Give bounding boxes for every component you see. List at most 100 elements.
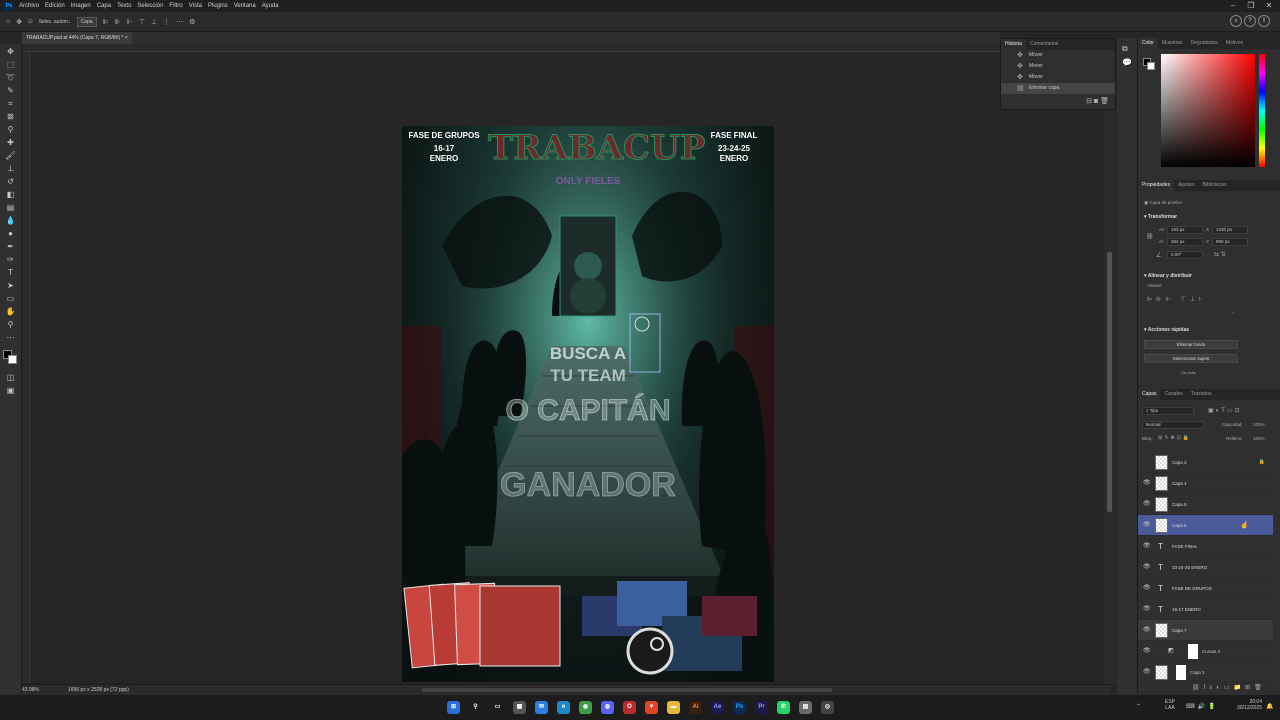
frame-icon[interactable]: ⊠ [4,111,17,122]
snapshot-icon[interactable]: ⊟ [1086,98,1092,105]
horizontal-scrollbar[interactable] [422,688,832,692]
tab-capas[interactable]: Capas [1138,389,1161,400]
document-canvas[interactable]: FASE DE GRUPOS 16-17 ENERO FASE FINAL 23… [402,126,774,682]
layer-filter-icons[interactable]: ▣◐T▭⊡ [1208,407,1242,414]
align-right-icon[interactable]: ⊩ [127,18,133,26]
tab-canales[interactable]: Canales [1160,389,1186,400]
zoom-icon[interactable]: ⚲ [4,319,17,330]
menu-texto[interactable]: Texto [117,3,131,9]
help-icon[interactable]: ? [1244,15,1256,27]
menu-edicion[interactable]: Edición [45,3,65,9]
lock-icons[interactable]: ⊞✎✥⊡🔒 [1158,435,1191,441]
move-tool-icon[interactable]: ✥ [16,18,22,26]
tab-degradados[interactable]: Degradados [1187,38,1222,49]
layer-row[interactable]: 👁 T 16-17 ENERO [1138,599,1273,620]
brave-icon[interactable]: ▼ [645,701,658,714]
share-icon[interactable]: ⇪ [1258,15,1270,27]
brush-icon[interactable]: 🖌 [4,150,17,161]
align-middle-icon[interactable]: ⊥ [151,18,157,26]
width-field[interactable]: 153 px [1167,226,1203,234]
align-left-icon[interactable]: ⊫ [103,18,109,26]
history-item[interactable]: ✥ Mover [1001,50,1115,61]
hue-slider[interactable] [1259,54,1265,167]
opacity-value[interactable]: 100% [1253,422,1265,427]
search-icon[interactable]: ⌕ [1230,15,1242,27]
tab-comentarios[interactable]: Comentarios [1026,39,1062,50]
quick-select-icon[interactable]: ✎ [4,85,17,96]
autoselect-checkbox[interactable]: ☑ [28,19,32,25]
flip-icon[interactable]: ⇆ ⇅ [1214,251,1226,258]
align-center-icon[interactable]: ⊪ [115,18,121,26]
trash-icon[interactable]: 🗑 [1100,98,1109,105]
menu-ayuda[interactable]: Ayuda [262,3,279,9]
illustrator-icon[interactable]: Ai [689,701,702,714]
discord-icon[interactable]: ◍ [601,701,614,714]
close-icon[interactable]: ✕ [1262,0,1276,12]
menu-capa[interactable]: Capa [97,3,111,9]
quick-mask-icon[interactable]: ◫ [4,372,17,383]
menu-ventana[interactable]: Ventana [234,3,256,9]
layer-row[interactable]: 👁 ◩ Curvas 3 [1138,641,1273,662]
crop-icon[interactable]: ⌗ [4,98,17,109]
stamp-icon[interactable]: ⊥ [4,163,17,174]
see-more-link[interactable]: Ver más [1181,370,1196,375]
whatsapp-icon[interactable]: ✆ [777,701,790,714]
healing-icon[interactable]: ✚ [4,137,17,148]
y-field[interactable]: 858 px [1212,238,1248,246]
tab-propiedades[interactable]: Propiedades [1138,180,1175,191]
tab-motivos[interactable]: Motivos [1222,38,1247,49]
eye-icon[interactable]: 👁 [1143,641,1151,662]
dodge-icon[interactable]: ● [4,228,17,239]
blur-icon[interactable]: 💧 [4,215,17,226]
height-field[interactable]: 264 px [1167,238,1203,246]
layer-row[interactable]: 👁 Capa 3 [1138,662,1273,683]
x-field[interactable]: 1030 px [1212,226,1248,234]
clock[interactable]: 20:04 30/12/2025 [1226,699,1262,711]
marquee-icon[interactable]: ⬚ [4,59,17,70]
eye-icon[interactable]: 👁 [1143,578,1151,599]
tab-muestras[interactable]: Muestras [1158,38,1187,49]
eraser-icon[interactable]: ◧ [4,189,17,200]
comments-panel-icon[interactable]: 💬 [1122,58,1132,67]
settings-gear-icon[interactable]: ⚙ [189,18,195,26]
eye-icon[interactable]: 👁 [1143,515,1151,536]
tray-chevron-icon[interactable]: ⌃ [1136,703,1141,710]
link-icon[interactable]: ⛓ [1146,233,1154,240]
history-item[interactable]: ✥ Mover [1001,61,1115,72]
canvas-scrollbar[interactable] [1103,52,1117,684]
layer-row[interactable]: 👁 T 23-24-25 ENERO [1138,557,1273,578]
pen-icon[interactable]: ✒ [4,241,17,252]
background-color-swatch[interactable] [8,355,17,364]
layer-row[interactable]: 👁 Capa 5 [1138,494,1273,515]
widgets-icon[interactable]: ▦ [513,701,526,714]
remove-background-button[interactable]: Eliminar fondo [1144,340,1238,349]
language-indicator[interactable]: ESP LAA [1160,699,1180,711]
tab-historia[interactable]: Historia [1001,39,1026,50]
quick-actions-heading[interactable]: ▾ Acciones rápidas [1144,327,1189,333]
task-view-icon[interactable]: ▭ [491,701,504,714]
after-effects-icon[interactable]: Ae [711,701,724,714]
eye-icon[interactable]: 👁 [1143,536,1151,557]
pen2-icon[interactable]: ✑ [4,254,17,265]
home-icon[interactable]: ⌂ [6,18,10,25]
eye-icon[interactable]: 👁 [1143,620,1151,641]
layer-row-selected[interactable]: 👁 Capa 6 ☝ [1138,515,1273,536]
eye-icon[interactable]: 👁 [1143,473,1151,494]
minimize-icon[interactable]: – [1226,0,1240,12]
more-tools-icon[interactable]: ⋯ [4,332,17,343]
eye-icon[interactable]: 👁 [1143,599,1151,620]
gradient-icon[interactable]: ▤ [4,202,17,213]
eye-icon[interactable]: 👁 [1143,557,1151,578]
opera-icon[interactable]: O [623,701,636,714]
history-brush-icon[interactable]: ↺ [4,176,17,187]
history-panel-icon[interactable]: ⧉ [1122,44,1128,54]
path-select-icon[interactable]: ➤ [4,280,17,291]
layer-actions-icons[interactable]: ⛓fx◐▭📁⊞🗑 [1192,684,1266,691]
mail-icon[interactable]: ✉ [535,701,548,714]
tab-trazados[interactable]: Trazados [1187,389,1216,400]
lasso-icon[interactable]: ➰ [4,72,17,83]
history-item-active[interactable]: ▤ Eliminar capa [1001,83,1115,94]
angle-field[interactable]: 0,00° [1167,251,1203,259]
start-icon[interactable]: ⊞ [447,701,460,714]
layer-row[interactable]: 👁 T FASE FINAL [1138,536,1273,557]
